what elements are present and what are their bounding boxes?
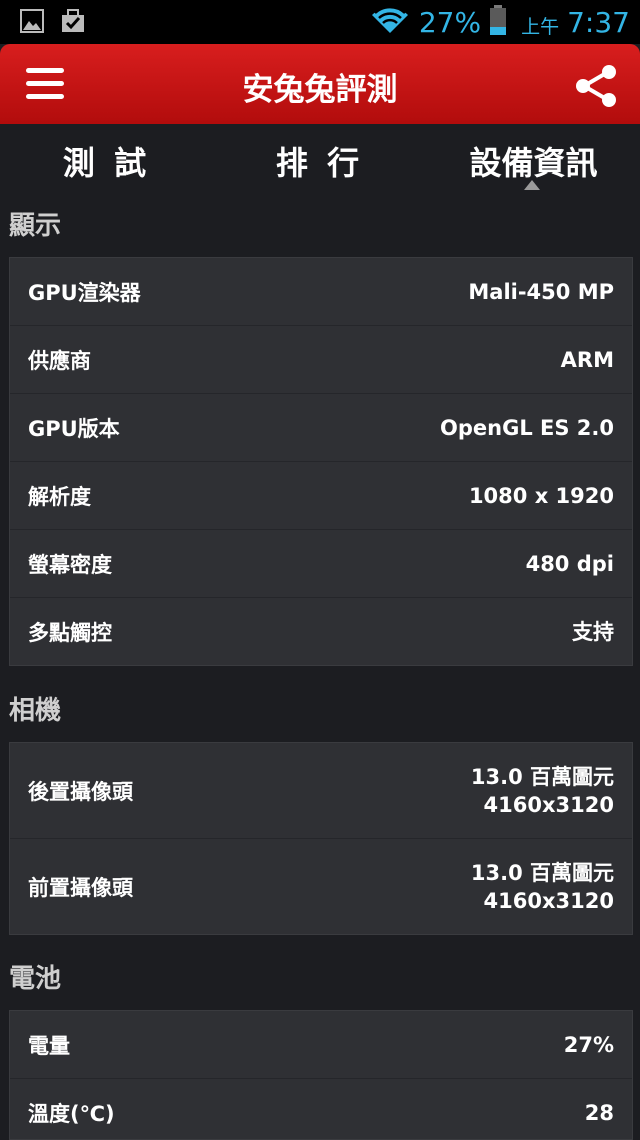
row-value: 13.0 百萬圖元 4160x3120	[471, 763, 614, 819]
tab-device-info[interactable]: 設備資訊	[427, 138, 640, 184]
row-label: 溫度(℃)	[28, 1101, 115, 1126]
row-label: 電量	[28, 1033, 70, 1058]
tab-ranking[interactable]: 排 行	[213, 138, 426, 184]
app-title: 安兔兔評測	[242, 72, 398, 108]
row-value: 28	[584, 1100, 614, 1125]
row-value: 支持	[572, 619, 614, 644]
list-item: 電量 27%	[10, 1011, 632, 1079]
list-item: 供應商 ARM	[10, 326, 632, 394]
section-title-display: 顯示	[9, 211, 62, 241]
list-item: 溫度(℃) 28	[10, 1079, 632, 1139]
status-bar: 27% 上午 7:37	[0, 0, 640, 44]
row-label: 前置攝像頭	[28, 875, 133, 900]
list-item: GPU渲染器 Mali-450 MP	[10, 258, 632, 326]
tab-selected-indicator	[524, 180, 540, 190]
clock: 7:37	[567, 5, 630, 39]
list-item: 螢幕密度 480 dpi	[10, 530, 632, 598]
camera-card: 後置攝像頭 13.0 百萬圖元 4160x3120 前置攝像頭 13.0 百萬圖…	[9, 742, 633, 935]
camera-resolution: 4160x3120	[483, 888, 614, 913]
row-label: 供應商	[28, 348, 91, 373]
row-label: 後置攝像頭	[28, 779, 133, 804]
row-value: Mali-450 MP	[468, 279, 614, 304]
row-value: OpenGL ES 2.0	[440, 415, 614, 440]
row-value: ARM	[560, 347, 614, 372]
share-button[interactable]	[572, 62, 620, 110]
camera-megapixels: 13.0 百萬圖元	[470, 764, 614, 789]
am-pm: 上午	[521, 15, 560, 38]
list-item: GPU版本 OpenGL ES 2.0	[10, 394, 632, 462]
camera-resolution: 4160x3120	[483, 792, 614, 817]
battery-card: 電量 27% 溫度(℃) 28	[9, 1010, 633, 1140]
row-label: GPU渲染器	[28, 280, 141, 305]
list-item: 解析度 1080 x 1920	[10, 462, 632, 530]
row-label: 多點觸控	[28, 620, 112, 645]
bag-check-notification-icon	[60, 9, 86, 37]
section-title-battery: 電池	[9, 964, 62, 994]
battery-percent: 27%	[418, 5, 482, 39]
tab-bar: 測 試 排 行 設備資訊	[0, 124, 640, 190]
battery-icon	[489, 5, 507, 39]
section-title-camera: 相機	[9, 696, 62, 726]
wifi-icon	[371, 5, 409, 39]
row-value: 480 dpi	[525, 551, 614, 576]
display-card: GPU渲染器 Mali-450 MP 供應商 ARM GPU版本 OpenGL …	[9, 257, 633, 666]
row-label: 解析度	[28, 484, 91, 509]
row-label: 螢幕密度	[28, 552, 112, 577]
row-label: GPU版本	[28, 416, 120, 441]
row-value: 1080 x 1920	[468, 483, 614, 508]
list-item: 前置攝像頭 13.0 百萬圖元 4160x3120	[10, 839, 632, 934]
share-icon	[572, 65, 620, 114]
row-value: 13.0 百萬圖元 4160x3120	[471, 859, 614, 915]
image-notification-icon	[20, 9, 44, 37]
list-item: 多點觸控 支持	[10, 598, 632, 665]
tab-test[interactable]: 測 試	[0, 138, 213, 184]
list-item: 後置攝像頭 13.0 百萬圖元 4160x3120	[10, 743, 632, 839]
row-value: 27%	[563, 1032, 614, 1057]
camera-megapixels: 13.0 百萬圖元	[470, 860, 614, 885]
app-bar: 安兔兔評測	[0, 44, 640, 124]
